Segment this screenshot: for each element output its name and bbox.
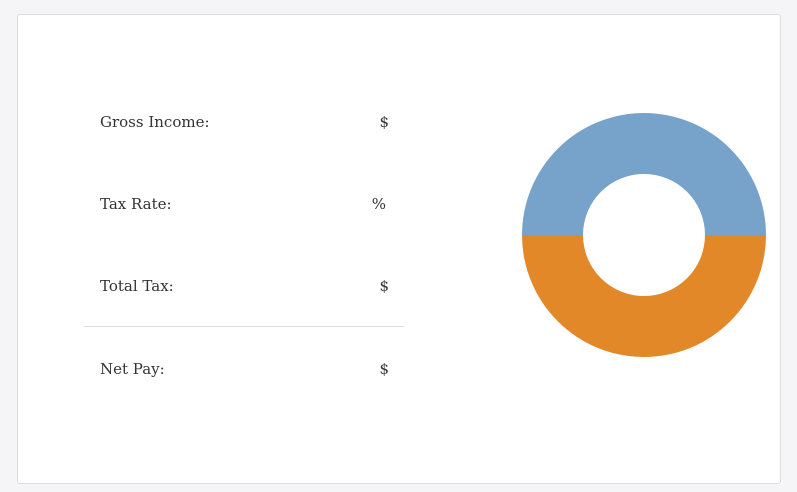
total-tax-currency: $ (379, 277, 389, 295)
tax-rate-label: Tax Rate: (100, 195, 172, 213)
net-pay-row: Net Pay: $ (84, 357, 405, 381)
divider (84, 326, 404, 327)
gross-income-currency: $ (379, 113, 389, 131)
donut-slice-1 (522, 113, 766, 235)
donut-slice-2 (522, 235, 766, 357)
total-tax-label: Total Tax: (100, 277, 174, 295)
tax-rate-row: Tax Rate: % (84, 192, 405, 216)
net-pay-label: Net Pay: (100, 360, 165, 378)
gross-income-row: Gross Income: $ (84, 110, 405, 134)
net-pay-currency: $ (379, 360, 389, 378)
gross-income-label: Gross Income: (100, 113, 210, 131)
donut-chart (522, 113, 766, 357)
total-tax-row: Total Tax: $ (84, 274, 405, 298)
calculator-card: Gross Income: $ Tax Rate: % Total Tax: $… (17, 14, 781, 484)
tax-rate-percent: % (371, 195, 386, 213)
